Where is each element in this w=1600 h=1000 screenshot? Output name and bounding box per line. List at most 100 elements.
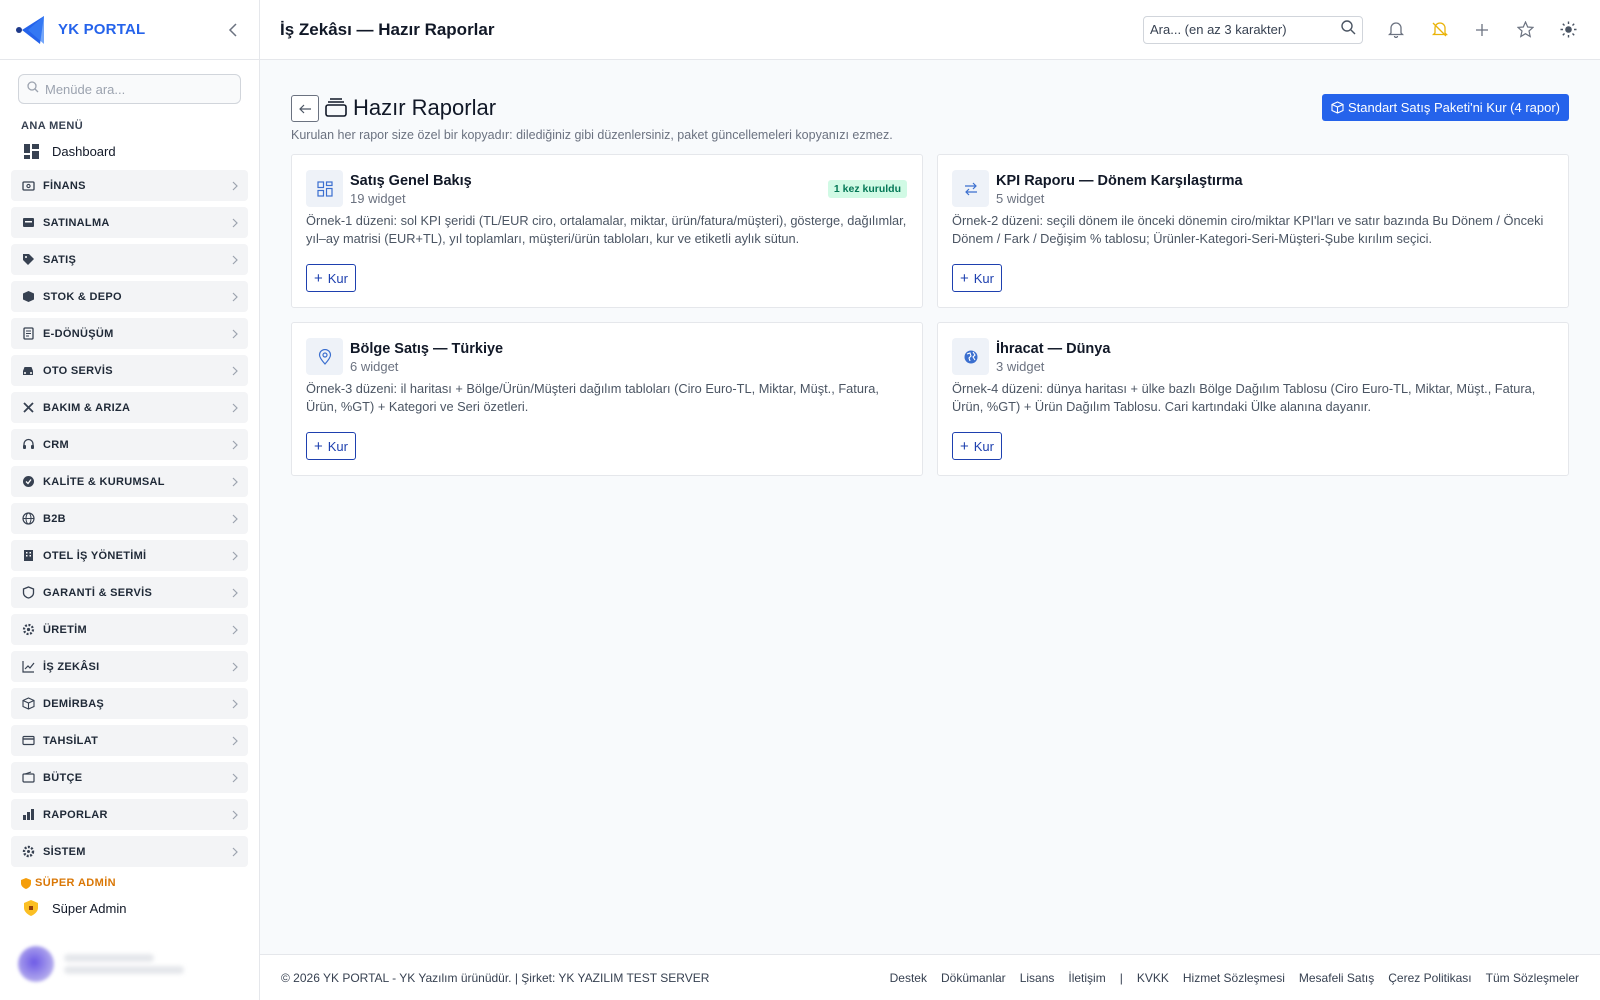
install-report-button[interactable]: + Kur [306, 432, 356, 460]
install-standard-package-button[interactable]: Standart Satış Paketi'ni Kur (4 rapor) [1321, 94, 1569, 121]
sidebar-item-is-zekasi[interactable]: İŞ ZEKÂSI [11, 651, 248, 682]
sidebar-item-e-donusum[interactable]: E-DÖNÜŞÜM [11, 318, 248, 349]
avatar[interactable] [18, 946, 54, 982]
sidebar-item-label: CRM [43, 438, 69, 451]
sidebar-item-sistem[interactable]: SİSTEM [11, 836, 248, 867]
global-search-box[interactable] [1143, 15, 1363, 44]
sidebar-item-otel-is-yonetimi[interactable]: OTEL İŞ YÖNETİMİ [11, 540, 248, 571]
sidebar-item-butce[interactable]: BÜTÇE [11, 762, 248, 793]
footer-link-dokumanlar[interactable]: Dökümanlar [941, 971, 1006, 985]
shield-icon [22, 899, 40, 917]
sidebar-item-uretim[interactable]: ÜRETİM [11, 614, 248, 645]
sidebar-item-oto-servis[interactable]: OTO SERVİS [11, 355, 248, 386]
footer-link-lisans[interactable]: Lisans [1020, 971, 1055, 985]
sidebar-item-label: RAPORLAR [43, 808, 108, 821]
sidebar-item-raporlar[interactable]: RAPORLAR [11, 799, 248, 830]
brand-header: YK PORTAL [0, 0, 259, 60]
sidebar-item-satis[interactable]: SATIŞ [11, 244, 248, 275]
swap-icon [952, 170, 989, 207]
footer-separator: | [1119, 970, 1123, 985]
page-subtitle: Kurulan her rapor size özel bir kopyadır… [291, 128, 893, 142]
sun-icon[interactable] [1556, 18, 1580, 42]
menu-search-box[interactable] [18, 74, 241, 104]
plus-icon: + [960, 437, 969, 455]
sidebar-item-label: SİSTEM [43, 845, 86, 858]
report-card-description: Örnek-4 düzeni: dünya haritası + ülke ba… [952, 381, 1536, 414]
sidebar-item-kalite-kurumsal[interactable]: KALİTE & KURUMSAL [11, 466, 248, 497]
sidebar-item-label: STOK & DEPO [43, 290, 122, 303]
user-profile[interactable] [18, 942, 241, 986]
report-card-title: Satış Genel Bakış [350, 173, 472, 189]
report-card-widget-count: 5 widget [996, 191, 1045, 206]
sidebar-item-stok-depo[interactable]: STOK & DEPO [11, 281, 248, 312]
sidebar-item-label: E-DÖNÜŞÜM [43, 327, 114, 340]
install-report-button[interactable]: + Kur [952, 432, 1002, 460]
sidebar-item-bakim-ariza[interactable]: BAKIM & ARIZA [11, 392, 248, 423]
sidebar-item-garanti-servis[interactable]: GARANTİ & SERVİS [11, 577, 248, 608]
install-report-button[interactable]: + Kur [952, 264, 1002, 292]
sidebar-item-finans[interactable]: FİNANS [11, 170, 248, 201]
footer-link-cerez-politikasi[interactable]: Çerez Politikası [1388, 971, 1471, 985]
install-report-button[interactable]: + Kur [306, 264, 356, 292]
report-card-kpi-raporu: KPI Raporu — Dönem Karşılaştırma 5 widge… [937, 154, 1569, 308]
dashboard-icon [22, 142, 40, 160]
global-search-input[interactable] [1150, 22, 1341, 37]
sidebar-item-crm[interactable]: CRM [11, 429, 248, 460]
wallet-icon [21, 771, 35, 785]
sidebar-item-label: SATINALMA [43, 216, 110, 229]
footer-link-hizmet-sozlesmesi[interactable]: Hizmet Sözleşmesi [1183, 971, 1285, 985]
brand-logo-icon[interactable] [14, 14, 50, 46]
sidebar-item-label: OTEL İŞ YÖNETİMİ [43, 549, 147, 562]
globe-icon [952, 338, 989, 375]
sidebar-item-label: B2B [43, 512, 66, 525]
footer-link-mesafeli-satis[interactable]: Mesafeli Satış [1299, 971, 1374, 985]
sidebar-item-label: Süper Admin [52, 900, 127, 916]
car-icon [21, 364, 35, 378]
report-card-ihracat-dunya: İhracat — Dünya 3 widget Örnek-4 düzeni:… [937, 322, 1569, 476]
footer-copyright: © 2026 YK PORTAL - YK Yazılım ürünüdür. … [281, 970, 710, 985]
plus-icon: + [314, 269, 323, 287]
sidebar-item-super-admin[interactable]: Süper Admin [0, 893, 259, 923]
super-admin-label: SÜPER ADMİN [35, 877, 116, 889]
footer-link-tum-sozlesmeler[interactable]: Tüm Sözleşmeler [1486, 971, 1579, 985]
footer-links: Destek Dökümanlar Lisans İletişim | KVKK… [876, 971, 1579, 985]
report-card-widget-count: 3 widget [996, 359, 1045, 374]
report-card-widget-count: 19 widget [350, 191, 406, 206]
back-button[interactable] [291, 95, 319, 122]
sidebar-nav-list: FİNANS SATINALMA SATIŞ STOK & DEPO E-DÖN… [0, 170, 259, 867]
brand-name[interactable]: YK PORTAL [58, 21, 145, 38]
finance-icon [21, 179, 35, 193]
report-card-widget-count: 6 widget [350, 359, 399, 374]
chevron-right-icon [232, 440, 238, 450]
cart-icon [21, 216, 35, 230]
plus-icon[interactable] [1470, 18, 1494, 42]
chevron-right-icon [232, 551, 238, 561]
sidebar-item-dashboard[interactable]: Dashboard [0, 136, 259, 166]
user-info-redacted [64, 950, 184, 978]
report-card-bolge-satis-turkiye: Bölge Satış — Türkiye 6 widget Örnek-3 d… [291, 322, 923, 476]
menu-search-input[interactable] [45, 81, 232, 97]
install-report-label: Kur [327, 270, 348, 286]
box-icon [21, 290, 35, 304]
star-icon[interactable] [1513, 18, 1537, 42]
footer-link-destek[interactable]: Destek [890, 971, 927, 985]
bell-off-icon[interactable] [1427, 18, 1451, 42]
badge-check-icon [21, 475, 35, 489]
bell-icon[interactable] [1384, 18, 1408, 42]
sidebar-item-satinalma[interactable]: SATINALMA [11, 207, 248, 238]
sidebar-item-b2b[interactable]: B2B [11, 503, 248, 534]
main-content: Hazır Raporlar Standart Satış Paketi'ni … [260, 61, 1600, 954]
sidebar-item-tahsilat[interactable]: TAHSİLAT [11, 725, 248, 756]
chevron-right-icon [232, 588, 238, 598]
install-standard-package-label: Standart Satış Paketi'ni Kur (4 rapor) [1347, 100, 1560, 115]
sidebar-item-demirbas[interactable]: DEMİRBAŞ [11, 688, 248, 719]
footer-link-iletisim[interactable]: İletişim [1068, 971, 1105, 985]
section-label-main-menu: ANA MENÜ [21, 120, 84, 132]
chevron-right-icon [232, 773, 238, 783]
install-report-label: Kur [973, 270, 994, 286]
bar-chart-icon [21, 808, 35, 822]
sidebar-item-label: DEMİRBAŞ [43, 697, 105, 710]
footer-link-kvkk[interactable]: KVKK [1137, 971, 1169, 985]
search-icon[interactable] [1341, 19, 1356, 40]
collapse-sidebar-icon[interactable] [221, 18, 245, 42]
